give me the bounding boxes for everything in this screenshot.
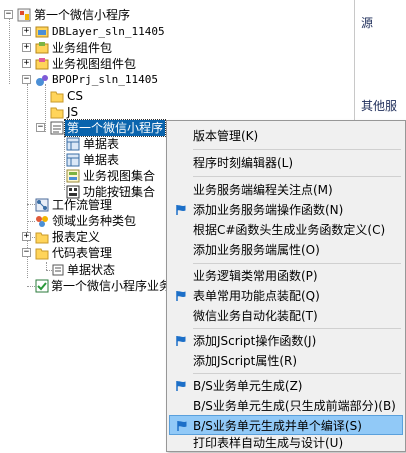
folder-icon <box>35 232 49 244</box>
menu-item-wechat-assembly[interactable]: 微信业务自动化装配(T) <box>169 306 403 326</box>
menu-item-print-template[interactable]: 打印表样自动生成与设计(U) <box>169 433 403 453</box>
tree-node-label: 第一个微信小程序 <box>34 8 131 22</box>
bpo-project-icon <box>36 75 48 86</box>
menu-item-label: 打印表样自动生成与设计(U) <box>193 436 344 450</box>
menu-item-label: 版本管理(K) <box>193 129 259 143</box>
menu-item-label: B/S业务单元生成(Z) <box>193 379 303 393</box>
menu-item-add-js-func[interactable]: 添加JScript操作函数(J) <box>169 331 403 351</box>
expand-toggle-icon[interactable]: + <box>22 59 31 68</box>
tree-node-label: 业务组件包 <box>52 41 113 55</box>
menu-item-label: 根据C#函数头生成业务函数定义(C) <box>193 223 386 237</box>
tree-node-label: 第一个微信小程序业务 <box>51 279 172 293</box>
tree-node-label: 领域业务种类包 <box>52 214 137 228</box>
flag-icon <box>177 421 187 431</box>
collapse-toggle-icon[interactable]: − <box>22 75 31 84</box>
menu-item-logic-funcs[interactable]: 业务逻辑类常用函数(P) <box>169 266 403 286</box>
tree-node-label: 报表定义 <box>52 230 101 244</box>
expand-toggle-icon[interactable]: + <box>22 43 31 52</box>
menu-item-label: 程序时刻编辑器(L) <box>193 156 294 170</box>
menu-item-version[interactable]: 版本管理(K) <box>169 126 403 146</box>
menu-item-label: B/S业务单元生成(只生成前端部分)(B) <box>193 399 396 413</box>
tree-node-label: 单据表 <box>83 153 120 167</box>
menu-item-bs-generate-frontend[interactable]: B/S业务单元生成(只生成前端部分)(B) <box>169 396 403 416</box>
flag-icon <box>176 336 186 346</box>
tree-line <box>27 204 35 205</box>
menu-item-add-server-prop[interactable]: 添加业务服务端属性(O) <box>169 240 403 260</box>
menu-item-label: 添加JScript操作函数(J) <box>193 334 317 348</box>
tree-node-label: 业务视图组件包 <box>52 57 137 71</box>
tree-line <box>27 221 35 222</box>
menu-item-label: 业务逻辑类常用函数(P) <box>193 269 318 283</box>
menu-item-gen-from-csharp[interactable]: 根据C#函数头生成业务函数定义(C) <box>169 220 403 240</box>
menu-item-add-server-func[interactable]: 添加业务服务端操作函数(N) <box>169 200 403 220</box>
tree-node-label: 工作流管理 <box>52 198 113 212</box>
expand-toggle-icon[interactable]: + <box>22 232 31 241</box>
menu-item-label: 添加JScript属性(R) <box>193 354 298 368</box>
collapse-toggle-icon[interactable]: − <box>36 123 45 132</box>
menu-item-bs-generate[interactable]: B/S业务单元生成(Z) <box>169 376 403 396</box>
context-menu[interactable]: 版本管理(K) 程序时刻编辑器(L) 业务服务端编程关注点(M) 添加业务服务端… <box>166 120 406 452</box>
menu-item-label: 表单常用功能点装配(Q) <box>193 289 320 303</box>
tree-node-label: 业务视图集合 <box>83 169 156 183</box>
flag-icon <box>176 291 186 301</box>
list-icon <box>52 264 64 276</box>
menu-item-label: 添加业务服务端属性(O) <box>193 243 320 257</box>
package-icon <box>35 58 49 70</box>
folder-icon <box>50 91 64 103</box>
menu-separator <box>193 149 401 150</box>
menu-separator <box>193 373 401 374</box>
menu-separator <box>193 263 401 264</box>
collapse-toggle-icon[interactable]: − <box>4 10 13 19</box>
table-icon <box>66 137 80 151</box>
workflow-icon <box>35 198 49 212</box>
tree-line <box>46 262 47 270</box>
menu-item-label: 微信业务自动化装配(T) <box>193 309 318 323</box>
flag-icon <box>176 205 186 215</box>
menu-item-add-js-prop[interactable]: 添加JScript属性(R) <box>169 351 403 371</box>
source-label: 源 <box>361 16 374 30</box>
folder-icon <box>50 107 64 119</box>
form-icon <box>50 121 64 135</box>
tree-node-label: 单据状态 <box>67 263 116 277</box>
dbproject-icon <box>35 26 49 38</box>
tree-node-label: 第一个微信小程序 <box>63 119 167 137</box>
domain-icon <box>36 216 48 227</box>
menu-item-form-assembly[interactable]: 表单常用功能点装配(Q) <box>169 286 403 306</box>
tree-node-label: BPOPrj_sln_11405 <box>52 73 158 86</box>
menu-item-label: 业务服务端编程关注点(M) <box>193 183 333 197</box>
tree-node-label: DBLayer_sln_11405 <box>52 25 165 38</box>
flag-icon <box>176 381 186 391</box>
tree-line <box>27 286 35 287</box>
tree-node-label: CS <box>67 89 83 103</box>
config-icon <box>35 279 49 293</box>
package-icon <box>35 42 49 54</box>
tree-line <box>64 132 65 190</box>
expand-toggle-icon[interactable]: + <box>22 27 31 36</box>
collapse-toggle-icon[interactable]: − <box>22 248 31 257</box>
menu-separator <box>193 176 401 177</box>
menu-item-timing-editor[interactable]: 程序时刻编辑器(L) <box>169 153 403 173</box>
tree-node-label: 单据表 <box>83 137 120 151</box>
folder-icon <box>35 248 49 260</box>
tree-line <box>45 84 46 132</box>
menu-item-label: 添加业务服务端操作函数(N) <box>193 203 344 217</box>
table-icon <box>66 153 80 167</box>
tree-node-label: 代码表管理 <box>52 246 113 260</box>
other-service-label: 其他服 <box>361 99 398 113</box>
tree-node-label: JS <box>67 105 79 119</box>
menu-item-server-focus[interactable]: 业务服务端编程关注点(M) <box>169 180 403 200</box>
tree-line <box>9 16 10 84</box>
view-set-icon <box>66 169 80 183</box>
menu-separator <box>193 328 401 329</box>
project-icon <box>17 8 31 22</box>
menu-item-bs-generate-compile[interactable]: B/S业务单元生成并单个编译(S) <box>169 415 403 435</box>
